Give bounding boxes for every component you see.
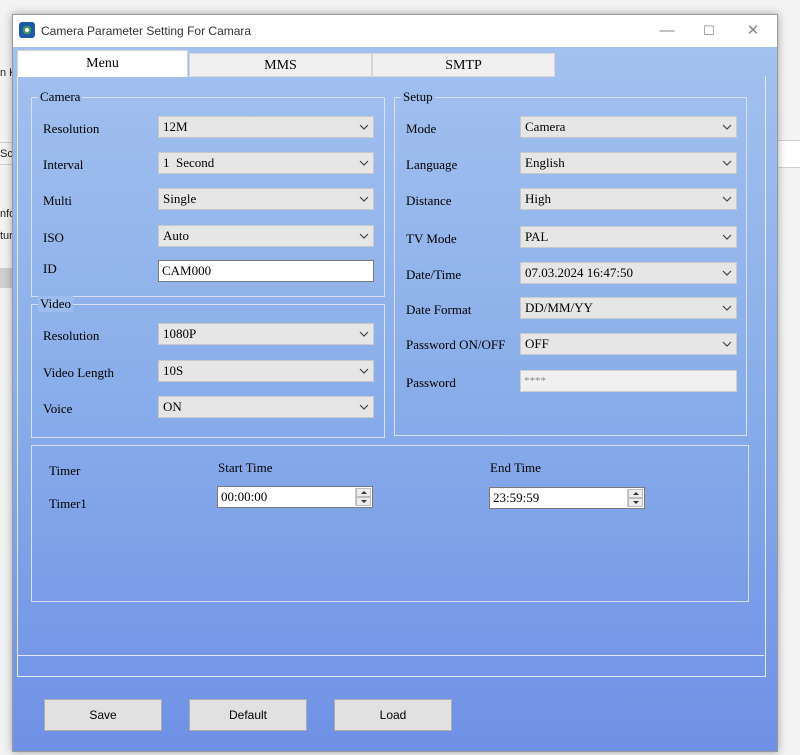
camera-id-input[interactable]: CAM000 (158, 260, 374, 282)
camera-resolution-value: 12M (163, 119, 188, 134)
camera-resolution-label: Resolution (43, 121, 100, 136)
setup-language-value: English (525, 155, 565, 170)
video-length-dropdown[interactable]: 10S (158, 360, 374, 382)
camera-resolution-dropdown[interactable]: 12M (158, 116, 374, 138)
video-voice-value: ON (163, 399, 182, 414)
setup-distance-label: Distance (406, 193, 452, 208)
video-length-value: 10S (163, 363, 184, 378)
setup-password-label: Password (406, 375, 456, 390)
chevron-down-icon (722, 268, 732, 278)
setup-password-onoff-value: OFF (525, 336, 549, 351)
setup-datetime-picker[interactable]: 07.03.2024 16:47:50 (520, 262, 737, 284)
setup-dateformat-label: Date Format (406, 302, 472, 317)
setup-distance-dropdown[interactable]: High (520, 188, 737, 210)
chevron-down-icon (359, 402, 369, 412)
timer-label: Timer (49, 463, 81, 478)
setup-password-onoff-label: Password ON/OFF (406, 337, 506, 352)
spinner-buttons (627, 489, 643, 507)
camera-id-label: ID (43, 261, 57, 276)
spin-down-icon[interactable] (356, 497, 371, 506)
chevron-down-icon (722, 122, 732, 132)
spin-up-icon[interactable] (628, 489, 643, 498)
tab-smtp[interactable]: SMTP (372, 53, 555, 77)
tab-menu[interactable]: Menu (17, 50, 188, 77)
camera-multi-value: Single (163, 191, 197, 206)
timer1-start-value: 00:00:00 (221, 489, 268, 504)
setup-language-dropdown[interactable]: English (520, 152, 737, 174)
close-icon[interactable]: ✕ (741, 21, 765, 41)
timer1-end-value: 23:59:59 (493, 490, 540, 505)
chevron-down-icon (722, 303, 732, 313)
spin-down-icon[interactable] (628, 498, 643, 507)
background-block (0, 268, 12, 288)
setup-tvmode-label: TV Mode (406, 231, 457, 246)
setup-mode-label: Mode (406, 121, 437, 136)
start-time-header: Start Time (218, 460, 273, 475)
camera-iso-dropdown[interactable]: Auto (158, 225, 374, 247)
camera-iso-label: ISO (43, 230, 64, 245)
video-voice-label: Voice (43, 401, 73, 416)
chevron-down-icon (722, 339, 732, 349)
maximize-icon[interactable]: ☐ (697, 21, 721, 41)
timer1-label: Timer1 (49, 496, 87, 511)
save-button[interactable]: Save (44, 699, 162, 731)
minimize-icon[interactable]: — (655, 21, 679, 41)
chevron-down-icon (722, 158, 732, 168)
camera-multi-dropdown[interactable]: Single (158, 188, 374, 210)
setup-dateformat-value: DD/MM/YY (525, 300, 593, 315)
chevron-down-icon (359, 366, 369, 376)
chevron-down-icon (359, 329, 369, 339)
window-title: Camera Parameter Setting For Camara (41, 24, 252, 38)
video-voice-dropdown[interactable]: ON (158, 396, 374, 418)
camera-app-icon (19, 22, 35, 38)
camera-interval-label: Interval (43, 157, 84, 172)
video-resolution-dropdown[interactable]: 1080P (158, 323, 374, 345)
video-group-title: Video (38, 296, 73, 312)
camera-iso-value: Auto (163, 228, 189, 243)
setup-group-title: Setup (401, 89, 435, 105)
chevron-down-icon (359, 231, 369, 241)
setup-tvmode-dropdown[interactable]: PAL (520, 226, 737, 248)
video-length-label: Video Length (43, 365, 115, 380)
background-right-panel (777, 140, 800, 168)
end-time-header: End Time (490, 460, 541, 475)
video-resolution-value: 1080P (163, 326, 197, 341)
camera-group-title: Camera (38, 89, 83, 105)
chevron-down-icon (359, 122, 369, 132)
spinner-buttons (355, 488, 371, 506)
camera-multi-label: Multi (43, 193, 72, 208)
setup-datetime-value: 07.03.2024 16:47:50 (525, 265, 633, 280)
camera-interval-dropdown[interactable]: 1 Second (158, 152, 374, 174)
title-bar: Camera Parameter Setting For Camara — ☐ … (13, 15, 777, 47)
timer1-start-time-input[interactable]: 00:00:00 (217, 486, 373, 508)
background-text-fragment: Sc (0, 148, 13, 160)
setup-mode-dropdown[interactable]: Camera (520, 116, 737, 138)
chevron-down-icon (359, 158, 369, 168)
camera-settings-window: Camera Parameter Setting For Camara — ☐ … (12, 14, 778, 752)
setup-mode-value: Camera (525, 119, 566, 134)
load-button[interactable]: Load (334, 699, 452, 731)
setup-tvmode-value: PAL (525, 229, 549, 244)
setup-password-input[interactable]: **** (520, 370, 737, 392)
video-resolution-label: Resolution (43, 328, 100, 343)
setup-password-onoff-dropdown[interactable]: OFF (520, 333, 737, 355)
chevron-down-icon (722, 232, 732, 242)
spin-up-icon[interactable] (356, 488, 371, 497)
setup-language-label: Language (406, 157, 458, 172)
default-button[interactable]: Default (189, 699, 307, 731)
panel-divider (17, 655, 764, 656)
camera-interval-value: 1 Second (163, 155, 215, 170)
setup-dateformat-dropdown[interactable]: DD/MM/YY (520, 297, 737, 319)
background-text-fragment: tur (0, 230, 13, 242)
chevron-down-icon (722, 194, 732, 204)
setup-distance-value: High (525, 191, 551, 206)
timer-group (31, 445, 749, 602)
chevron-down-icon (359, 194, 369, 204)
timer1-end-time-input[interactable]: 23:59:59 (489, 487, 645, 509)
setup-datetime-label: Date/Time (406, 267, 462, 282)
tab-mms[interactable]: MMS (189, 53, 372, 77)
